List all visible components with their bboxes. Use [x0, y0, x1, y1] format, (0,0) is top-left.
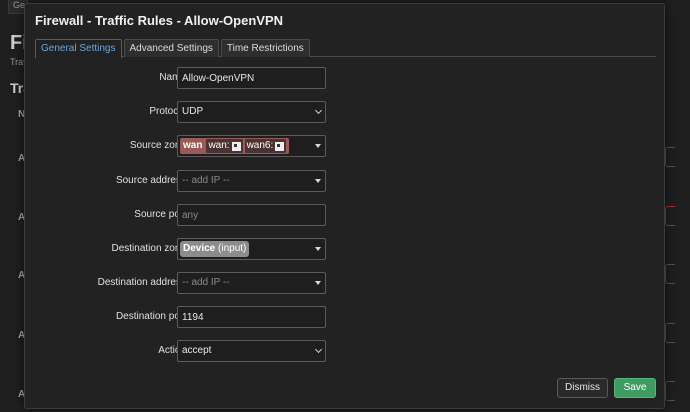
destination-address-row: Destination address -- add IP -- [25, 272, 664, 294]
destination-address-dropdown[interactable]: -- add IP -- [177, 272, 326, 294]
source-zone-dropdown[interactable]: wan wan: wan6: [177, 135, 326, 157]
destination-zone-label: Destination zone [111, 243, 187, 254]
background-edit-button [665, 147, 675, 167]
traffic-rule-modal: Firewall - Traffic Rules - Allow-OpenVPN… [24, 3, 665, 409]
caret-down-icon [315, 179, 321, 183]
destination-port-row: Destination port [25, 306, 664, 328]
action-value: accept [182, 345, 212, 356]
protocol-select[interactable]: UDP [177, 101, 326, 123]
source-port-row: Source port [25, 204, 664, 226]
tab-time-restrictions[interactable]: Time Restrictions [220, 39, 310, 57]
background-delete-button [665, 206, 675, 226]
destination-port-label: Destination port [115, 311, 186, 322]
destination-zone-dropdown[interactable]: Device (input) [177, 238, 326, 260]
source-port-input[interactable] [177, 204, 326, 226]
destination-zone-row: Destination zone Device (input) [25, 238, 664, 260]
caret-down-icon [315, 144, 321, 148]
network-chip-wan6: wan6: [244, 139, 287, 153]
network-chip-wan: wan: [206, 139, 243, 153]
source-address-row: Source address -- add IP -- [25, 170, 664, 192]
action-row: Action accept [25, 340, 664, 362]
network-port-icon [275, 141, 285, 151]
source-address-placeholder: -- add IP -- [182, 175, 230, 186]
destination-port-input[interactable] [177, 306, 326, 328]
source-address-label: Source address [115, 175, 186, 186]
destination-address-label: Destination address [97, 277, 186, 288]
protocol-value: UDP [182, 106, 204, 117]
zone-detail: (input) [218, 243, 247, 254]
background-edit-button [665, 381, 675, 401]
modal-title: Firewall - Traffic Rules - Allow-OpenVPN [35, 13, 284, 28]
chevron-down-icon [314, 106, 323, 115]
destination-address-placeholder: -- add IP -- [182, 277, 230, 288]
dismiss-button[interactable]: Dismiss [557, 378, 608, 398]
save-button[interactable]: Save [614, 378, 656, 398]
network-port-icon [231, 141, 241, 151]
tab-bar: General Settings Advanced Settings Time … [35, 39, 656, 58]
background-edit-button [665, 264, 675, 284]
protocol-row: Protocol UDP [25, 101, 664, 123]
tab-general-settings[interactable]: General Settings [35, 39, 122, 58]
source-zone-row: Source zone wan wan: wan6: [25, 135, 664, 157]
zone-name: wan [183, 140, 203, 151]
chevron-down-icon [314, 345, 323, 354]
caret-down-icon [315, 281, 321, 285]
zone-badge-wan: wan wan: wan6: [180, 138, 290, 154]
tab-advanced-settings[interactable]: Advanced Settings [123, 39, 219, 57]
zone-name: Device [183, 243, 216, 254]
zone-badge-device: Device (input) [180, 241, 250, 257]
action-select[interactable]: accept [177, 340, 326, 362]
name-input[interactable] [177, 67, 326, 89]
source-address-dropdown[interactable]: -- add IP -- [177, 170, 326, 192]
caret-down-icon [315, 247, 321, 251]
name-row: Name [25, 67, 664, 89]
background-edit-button [665, 323, 675, 343]
